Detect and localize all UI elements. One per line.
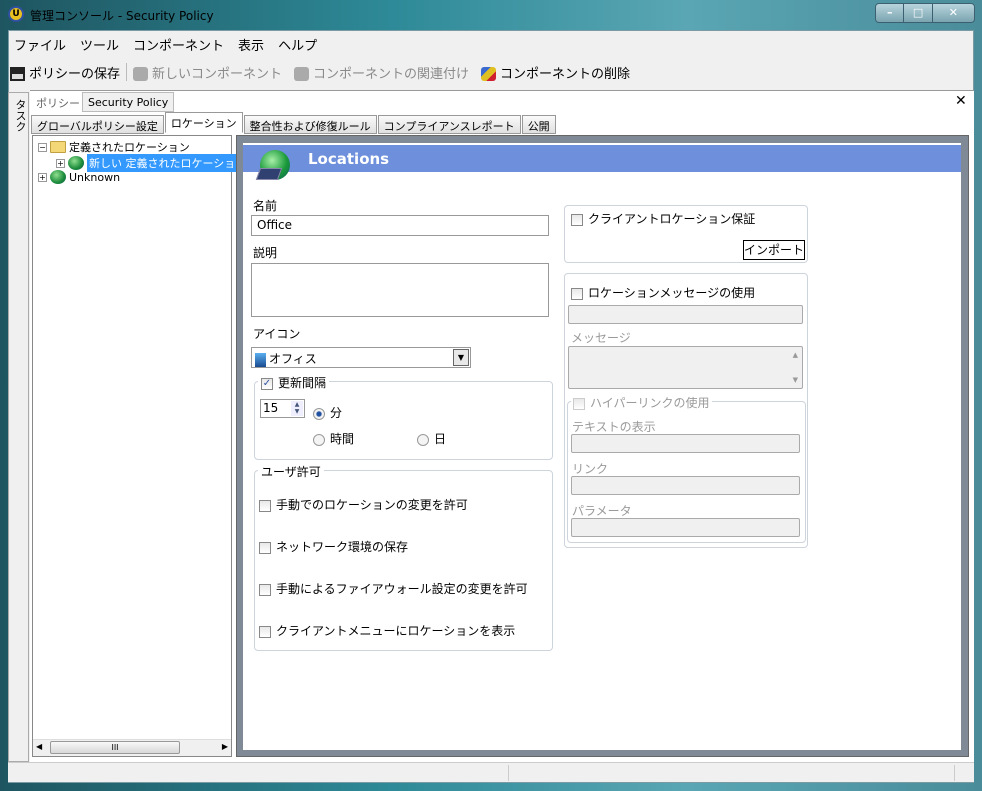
message-label: メッセージ [571, 331, 631, 345]
radio-icon [417, 433, 429, 446]
floppy-icon [10, 67, 25, 81]
policy-name: Security Policy [82, 92, 175, 112]
new-component-button[interactable]: 新しいコンポーネント [133, 63, 282, 82]
close-document-icon[interactable]: ✕ [955, 93, 967, 109]
tab-integrity-rules[interactable]: 整合性および修復ルール [243, 115, 377, 134]
tab-location[interactable]: ロケーション [164, 112, 243, 133]
menu-file[interactable]: ファイル [14, 35, 66, 54]
checkbox-icon [259, 541, 271, 554]
message-textarea[interactable]: ▲ ▼ [568, 346, 803, 389]
show-location-in-client-menu-checkbox[interactable]: クライアントメニューにロケーションを表示 [259, 622, 515, 639]
interval-stepper[interactable]: 15 ▲ ▼ [260, 399, 305, 418]
user-permission-label: ユーザ許可 [258, 463, 324, 480]
spin-arrows-icon[interactable]: ▲ ▼ [291, 401, 303, 416]
client-assurance-checkbox[interactable]: クライアントロケーション保証 [571, 210, 755, 227]
folder-icon [50, 141, 66, 153]
menu-bar: ファイル ツール コンポーネント 表示 ヘルプ [14, 35, 317, 54]
menu-tools[interactable]: ツール [80, 35, 119, 54]
status-divider [508, 765, 509, 781]
tasks-side-tab[interactable]: タスク [8, 92, 29, 762]
description-label: 説明 [253, 246, 278, 260]
menu-help[interactable]: ヘルプ [278, 35, 317, 54]
radio-minutes[interactable]: 分 [313, 404, 342, 421]
name-label: 名前 [253, 199, 278, 213]
associate-component-button[interactable]: コンポーネントの関連付け [294, 63, 469, 82]
icon-select[interactable]: オフィス ▼ [251, 347, 471, 368]
location-tree: − 定義されたロケーション + 新しい 定義されたロケーショ + Unknown [32, 135, 238, 757]
tree-node-unknown[interactable]: + Unknown [38, 170, 120, 184]
save-policy-button[interactable]: ポリシーの保存 [10, 63, 120, 82]
delete-component-icon [481, 67, 497, 81]
checkbox-icon [573, 397, 585, 410]
policy-label: ポリシー [36, 97, 80, 110]
network-globe-icon [68, 156, 84, 170]
scrollbar-thumb[interactable]: III [50, 741, 180, 754]
allow-firewall-change-checkbox[interactable]: 手動によるファイアウォール設定の変更を許可 [259, 580, 528, 597]
window-controls: – □ ✕ [875, 3, 975, 23]
minimize-button[interactable]: – [876, 4, 905, 22]
checkbox-icon [259, 625, 271, 638]
associate-icon [294, 67, 310, 81]
use-location-message-checkbox[interactable]: ロケーションメッセージの使用 [571, 284, 755, 301]
radio-selected-icon [313, 407, 325, 420]
radio-days[interactable]: 日 [417, 430, 446, 447]
checkbox-icon [571, 287, 583, 300]
checkbox-icon [259, 583, 271, 596]
expand-icon[interactable]: + [38, 172, 47, 182]
tab-bar: グローバルポリシー設定 ロケーション 整合性および修復ルール コンプライアンスレ… [31, 112, 557, 134]
maximize-button[interactable]: □ [904, 4, 933, 22]
update-interval-group [254, 381, 553, 460]
checkbox-checked-icon: ✓ [261, 377, 273, 390]
checkbox-icon [259, 499, 271, 512]
tab-publish[interactable]: 公開 [521, 115, 556, 134]
allow-manual-location-change-checkbox[interactable]: 手動でのロケーションの変更を許可 [259, 496, 468, 513]
link-label: リンク [572, 462, 609, 476]
panel-title: Locations [308, 150, 390, 168]
link-input[interactable] [571, 476, 800, 495]
app-icon: U [8, 6, 24, 22]
message-title-input[interactable] [568, 305, 803, 324]
close-button[interactable]: ✕ [932, 4, 974, 22]
status-bar [8, 762, 974, 782]
delete-component-button[interactable]: コンポーネントの削除 [481, 63, 630, 82]
import-button[interactable]: インポート [743, 240, 805, 260]
update-interval-checkbox[interactable]: ✓ 更新間隔 [258, 374, 330, 391]
radio-icon [313, 433, 325, 446]
name-input[interactable]: Office [251, 215, 549, 236]
menu-component[interactable]: コンポーネント [133, 35, 224, 54]
parameter-input[interactable] [571, 518, 800, 537]
window-title: 管理コンソール - Security Policy [30, 9, 214, 23]
checkbox-icon [571, 213, 583, 226]
display-text-input[interactable] [571, 434, 800, 453]
radio-hours[interactable]: 時間 [313, 430, 354, 447]
menu-view[interactable]: 表示 [238, 35, 264, 54]
tree-node-defined-locations[interactable]: − 定義されたロケーション [38, 139, 190, 155]
dropdown-arrow-icon[interactable]: ▼ [453, 349, 469, 366]
new-component-icon [133, 67, 149, 81]
tab-global-policy[interactable]: グローバルポリシー設定 [31, 115, 164, 134]
use-hyperlink-checkbox[interactable]: ハイパーリンクの使用 [571, 394, 712, 411]
toolbar: ポリシーの保存 新しいコンポーネント コンポーネントの関連付け コンポーネントの… [10, 60, 630, 84]
description-input[interactable] [251, 263, 549, 317]
tab-compliance-report[interactable]: コンプライアンスレポート [377, 115, 521, 134]
office-building-icon [255, 352, 266, 367]
save-network-env-checkbox[interactable]: ネットワーク環境の保存 [259, 538, 408, 555]
collapse-icon[interactable]: − [38, 142, 47, 152]
icon-label: アイコン [253, 327, 301, 341]
toolbar-separator [126, 63, 128, 81]
display-text-label: テキストの表示 [572, 420, 656, 434]
network-globe-icon [50, 170, 66, 184]
expand-icon[interactable]: + [56, 158, 65, 168]
status-divider [954, 765, 955, 781]
laptop-icon [255, 168, 283, 180]
parameter-label: パラメータ [572, 504, 632, 518]
